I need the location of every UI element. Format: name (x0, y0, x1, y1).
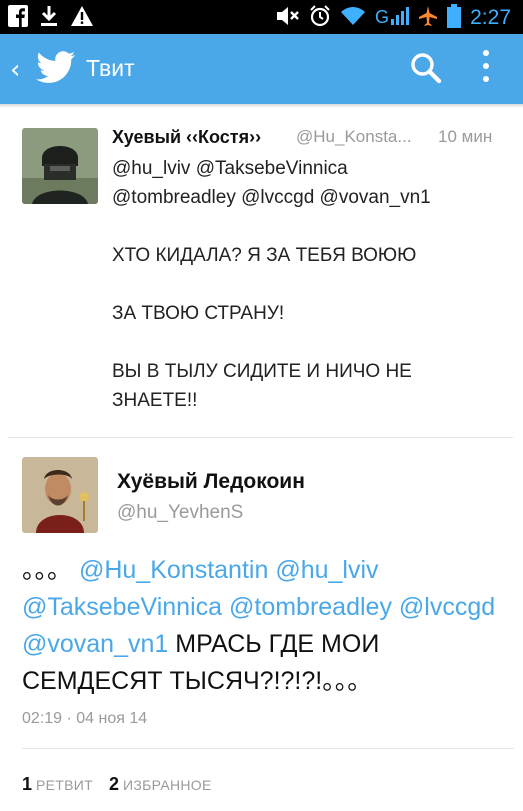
clock: 2:27 (470, 6, 511, 29)
download-icon (40, 5, 58, 31)
avatar[interactable] (22, 128, 98, 204)
favorites-label[interactable]: ИЗБРАННОЕ (123, 777, 212, 793)
tweet-line: ЗНАЕТЕ!! (112, 390, 198, 411)
mention-link[interactable]: @lvccgd (399, 593, 495, 621)
network-type-label: G (375, 7, 389, 27)
status-bar: G 2:27 (0, 0, 523, 34)
author-name[interactable]: Хуёвый Ледокоин (117, 470, 305, 494)
airplane-icon (418, 5, 438, 31)
mention-link[interactable]: @vovan_vn1 (22, 630, 168, 658)
tweet-line: ХТО КИДАЛА? Я ЗА ТЕБЯ ВОЮЮ (112, 245, 417, 266)
overflow-menu-icon[interactable] (482, 50, 490, 86)
wifi-icon (340, 6, 366, 30)
tweet-text: @hu_lviv @TaksebeVinnica @tombreadley @l… (112, 154, 512, 415)
search-icon[interactable] (410, 52, 442, 88)
divider (22, 748, 514, 749)
twitter-bird-icon[interactable] (36, 51, 76, 89)
action-bar: ‹ Твит (0, 34, 523, 104)
warning-icon (70, 5, 94, 31)
mention-link[interactable]: @hu_lviv (275, 556, 378, 584)
mention-link[interactable]: @Hu_Konstantin (79, 556, 268, 584)
back-button[interactable]: ‹ (10, 55, 20, 85)
author-name[interactable]: Хуевый ‹‹Костя›› (112, 127, 261, 148)
tweet-prefix: 。。。 (22, 556, 73, 584)
tweet-line[interactable]: @tombreadley @lvccgd @vovan_vn1 (112, 183, 512, 212)
divider (8, 437, 513, 438)
retweets-label[interactable]: РЕТВИТ (36, 777, 93, 793)
mute-icon (276, 5, 300, 31)
avatar[interactable] (22, 457, 98, 533)
facebook-icon (8, 5, 28, 31)
tweet-line-spacer (112, 270, 512, 299)
tweet-line: ЗА ТВОЮ СТРАНУ! (112, 303, 285, 324)
tweet-line-spacer (112, 212, 512, 241)
tweet-line-spacer (112, 328, 512, 357)
battery-icon (447, 4, 462, 32)
tweet-line[interactable]: @hu_lviv @TaksebeVinnica (112, 154, 512, 183)
tweet-suffix: 。。。 (322, 667, 373, 695)
tweet-text: 。。。 @Hu_Konstantin @hu_lviv @TaksebeVinn… (22, 552, 517, 700)
tweet-stats: 1 РЕТВИТ 2 ИЗБРАННОЕ (22, 774, 228, 795)
alarm-icon (309, 5, 331, 31)
tweet-timestamp: 02:19 · 04 ноя 14 (22, 710, 148, 727)
page-title: Твит (86, 55, 135, 81)
author-handle[interactable]: @Hu_Konsta... (296, 127, 412, 147)
tweet-time: 10 мин (438, 127, 493, 146)
signal-icon: G (375, 5, 410, 31)
author-handle[interactable]: @hu_YevhenS (117, 502, 243, 524)
tweet-line: ВЫ В ТЫЛУ СИДИТЕ И НИЧО НЕ (112, 361, 412, 382)
mention-link[interactable]: @tombreadley (229, 593, 392, 621)
favorites-count[interactable]: 2 (109, 774, 119, 794)
retweets-count[interactable]: 1 (22, 774, 32, 794)
context-tweet[interactable]: Хуевый ‹‹Костя›› @Hu_Konsta... 10 мин @h… (0, 108, 523, 440)
mention-link[interactable]: @TaksebeVinnica (22, 593, 222, 621)
